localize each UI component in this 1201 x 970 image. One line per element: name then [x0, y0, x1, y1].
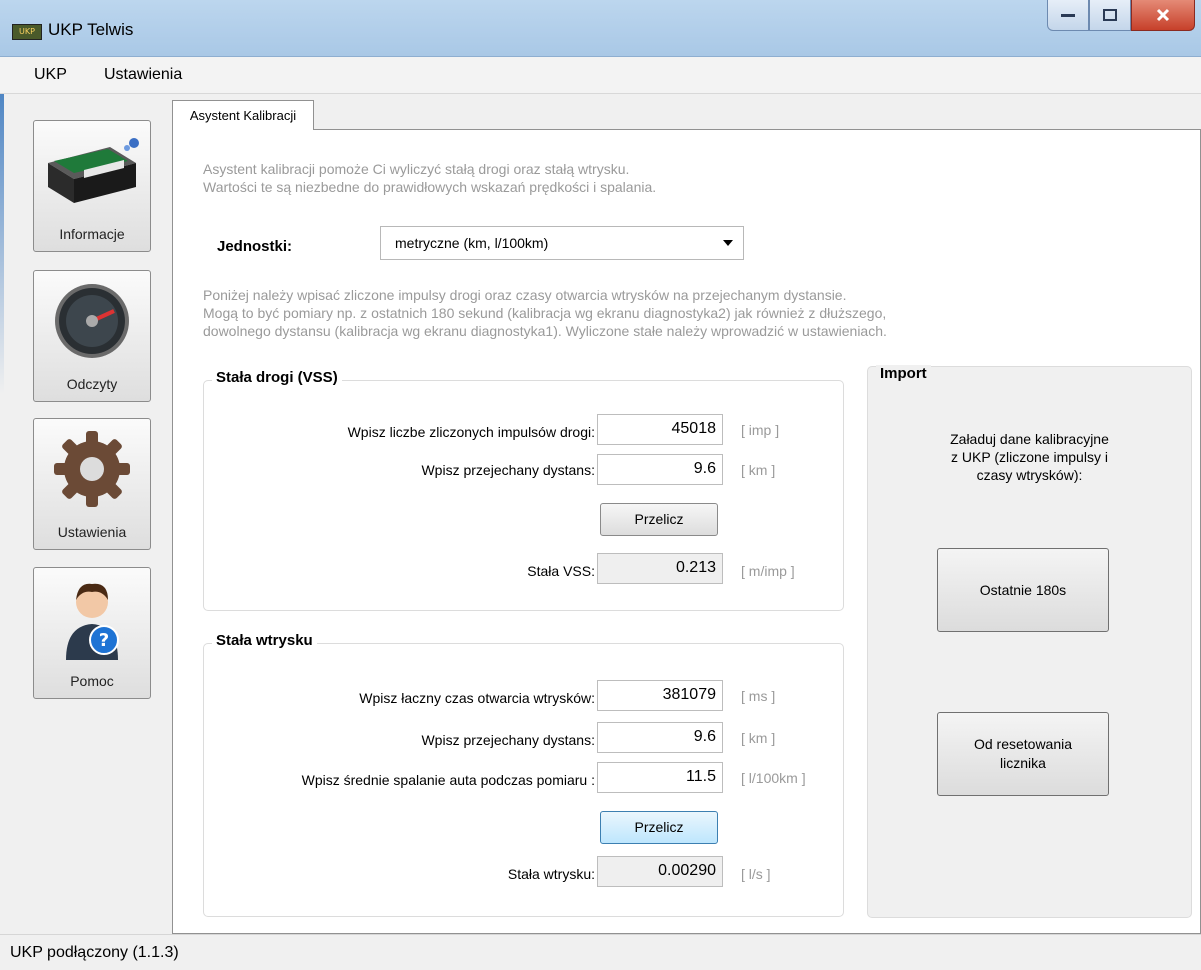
sidebar-item-informacje[interactable]: Informacje [33, 120, 151, 252]
device-icon [48, 138, 139, 203]
sidebar-item-odczyty[interactable]: Odczyty [33, 270, 151, 402]
import-line-3: czasy wtrysków): [976, 467, 1083, 483]
instructions-line-1: Poniżej należy wpisać zliczone impulsy d… [203, 287, 847, 303]
vss-pulses-input[interactable]: 45018 [597, 414, 723, 445]
injection-consumption-label: Wpisz średnie spalanie auta podczas pomi… [301, 772, 595, 788]
since-reset-button-label: Od resetowania licznika [974, 735, 1072, 773]
since-reset-line-1: Od resetowania [973, 736, 1073, 752]
intro-line-2: Wartości te są niezbedne do prawidłowych… [203, 179, 657, 195]
intro-line-1: Asystent kalibracji pomoże Ci wyliczyć s… [203, 161, 630, 177]
app-logo-icon: UKP [12, 24, 42, 40]
injection-consumption-unit: [ l/100km ] [741, 770, 806, 786]
injection-distance-value: 9.6 [693, 728, 716, 745]
vss-result-label: Stała VSS: [527, 563, 595, 579]
svg-text:?: ? [99, 630, 109, 651]
gauge-icon [55, 284, 129, 358]
vss-result-field: 0.213 [597, 553, 723, 584]
since-reset-button[interactable]: Od resetowania licznika [937, 712, 1109, 796]
injection-time-input[interactable]: 381079 [597, 680, 723, 711]
minimize-icon [1061, 14, 1075, 17]
injection-result-label: Stała wtrysku: [507, 866, 595, 882]
import-description: Załaduj dane kalibracyjne z UKP (zliczon… [867, 430, 1192, 484]
menu-ukp[interactable]: UKP [34, 66, 67, 84]
title-bar: UKP UKP Telwis [0, 0, 1201, 57]
sidebar-item-label: Informacje [59, 226, 125, 242]
vss-result-unit: [ m/imp ] [741, 563, 795, 579]
units-label: Jednostki: [217, 238, 293, 255]
instructions-line-2: Mogą to być pomiary np. z ostatnich 180 … [203, 305, 887, 321]
injection-time-label: Wpisz łaczny czas otwarcia wtrysków: [359, 690, 595, 706]
sidebar-item-label: Odczyty [66, 376, 118, 392]
close-icon [1156, 8, 1170, 22]
menu-bar: UKP Ustawienia [0, 57, 1201, 94]
minimize-button[interactable] [1047, 0, 1089, 31]
injection-consumption-input[interactable]: 11.5 [597, 762, 723, 793]
injection-result-value: 0.00290 [658, 862, 716, 879]
status-bar: UKP podłączony (1.1.3) [0, 934, 1201, 970]
sidebar-item-label: Pomoc [70, 673, 114, 689]
vss-pulses-label: Wpisz liczbe zliczonych impulsów drogi: [347, 424, 595, 440]
vss-distance-label: Wpisz przejechany dystans: [421, 462, 595, 478]
window-title: UKP Telwis [48, 20, 134, 39]
vss-pulses-value: 45018 [671, 420, 717, 437]
tab-asystent-kalibracji[interactable]: Asystent Kalibracji [172, 100, 314, 130]
units-dropdown[interactable]: metryczne (km, l/100km) [380, 226, 744, 260]
connection-status: UKP podłączony (1.1.3) [10, 944, 179, 961]
instructions-line-3: dowolnego dystansu (kalibracja wg ekranu… [203, 323, 887, 339]
vss-distance-unit: [ km ] [741, 462, 776, 478]
vss-distance-value: 9.6 [693, 460, 716, 477]
import-line-1: Załaduj dane kalibracyjne [950, 431, 1109, 447]
sidebar-item-ustawienia[interactable]: Ustawienia [33, 418, 151, 550]
help-person-icon: ? [66, 583, 119, 660]
units-selected-value: metryczne (km, l/100km) [395, 235, 549, 251]
since-reset-line-2: licznika [1000, 755, 1046, 771]
vss-result-value: 0.213 [675, 559, 716, 576]
maximize-icon [1103, 9, 1117, 21]
sidebar-item-label: Ustawienia [57, 524, 127, 540]
app-window: UKP UKP Telwis UKP Ustawienia Informacje… [0, 0, 1201, 970]
vss-distance-input[interactable]: 9.6 [597, 454, 723, 485]
injection-distance-label: Wpisz przejechany dystans: [421, 732, 595, 748]
injection-distance-unit: [ km ] [741, 730, 776, 746]
injection-time-value: 381079 [662, 686, 716, 703]
injection-group-title: Stała wtrysku [212, 632, 317, 649]
vss-pulses-unit: [ imp ] [741, 422, 780, 438]
vss-calculate-button[interactable]: Przelicz [600, 503, 718, 536]
maximize-button[interactable] [1089, 0, 1131, 31]
injection-result-unit: [ l/s ] [741, 866, 771, 882]
import-line-2: z UKP (zliczone impulsy i [951, 449, 1108, 465]
import-group-title: Import [876, 365, 931, 382]
close-button[interactable] [1131, 0, 1195, 31]
vss-group-title: Stała drogi (VSS) [212, 369, 342, 386]
gear-icon [54, 431, 130, 507]
injection-consumption-value: 11.5 [686, 768, 716, 785]
tab-label: Asystent Kalibracji [189, 108, 297, 123]
injection-result-field: 0.00290 [597, 856, 723, 887]
menu-ustawienia[interactable]: Ustawienia [104, 66, 182, 84]
window-controls [1047, 0, 1195, 34]
injection-distance-input[interactable]: 9.6 [597, 722, 723, 753]
chevron-down-icon [723, 240, 733, 246]
last-180s-button[interactable]: Ostatnie 180s [937, 548, 1109, 632]
injection-time-unit: [ ms ] [741, 688, 776, 704]
injection-calculate-button[interactable]: Przelicz [600, 811, 718, 844]
sidebar-edge [0, 94, 4, 394]
sidebar: Informacje Odczyty Ustawienia ? Pomoc [0, 94, 170, 934]
sidebar-item-pomoc[interactable]: ? Pomoc [33, 567, 151, 699]
